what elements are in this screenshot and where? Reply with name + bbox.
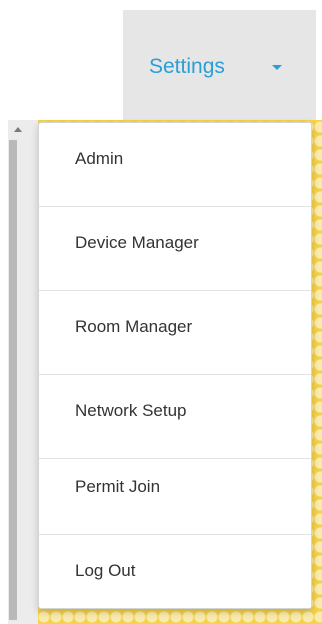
menu-item-label: Permit Join bbox=[75, 477, 161, 496]
menu-item-permit-join[interactable]: Permit Join bbox=[39, 451, 311, 535]
menu-item-room-manager[interactable]: Room Manager bbox=[39, 291, 311, 375]
menu-item-log-out[interactable]: Log Out bbox=[39, 535, 311, 619]
scrollbar-thumb[interactable] bbox=[9, 140, 17, 620]
menu-item-device-manager[interactable]: Device Manager bbox=[39, 207, 311, 291]
scroll-up-arrow-icon[interactable] bbox=[8, 122, 38, 140]
menu-item-label: Network Setup bbox=[75, 401, 187, 420]
menu-item-label: Admin bbox=[75, 149, 124, 168]
menu-item-label: Room Manager bbox=[75, 317, 193, 336]
settings-dropdown-toggle[interactable]: Settings bbox=[123, 10, 316, 120]
settings-label: Settings bbox=[149, 55, 225, 78]
caret-down-icon bbox=[272, 65, 282, 70]
app-root: Settings Admin Device Manager Room Manag… bbox=[0, 0, 322, 624]
menu-item-network-setup[interactable]: Network Setup bbox=[39, 375, 311, 459]
menu-item-label: Device Manager bbox=[75, 233, 199, 252]
settings-dropdown-menu: Admin Device Manager Room Manager Networ… bbox=[38, 122, 312, 609]
menu-item-admin[interactable]: Admin bbox=[39, 123, 311, 207]
menu-item-label: Log Out bbox=[75, 561, 136, 580]
scrollbar[interactable] bbox=[8, 120, 38, 624]
